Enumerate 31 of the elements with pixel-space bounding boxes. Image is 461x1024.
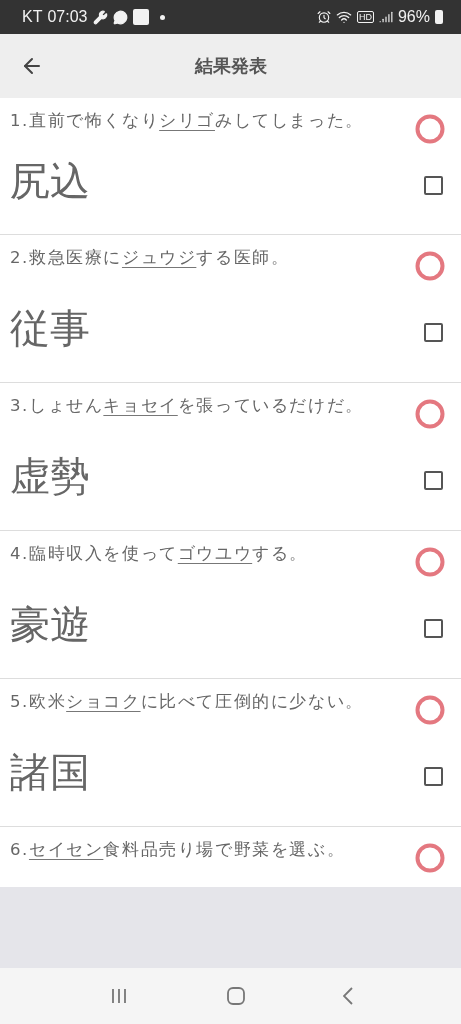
checkbox[interactable]: [423, 176, 443, 195]
carrier-label: KT: [22, 8, 43, 26]
screen-title: 結果発表: [193, 54, 268, 78]
answer-text: 諸国: [9, 748, 91, 797]
answer-text: 尻込: [9, 157, 91, 206]
app-icon: [132, 9, 149, 25]
checkbox[interactable]: [423, 323, 443, 342]
home-button[interactable]: [225, 986, 246, 1006]
checkbox[interactable]: [423, 471, 443, 490]
answer-text: 虚勢: [9, 452, 91, 501]
question-sentence: 1.直前で怖くなり シリゴみしてしまった。: [9, 110, 365, 132]
signal-icon: [378, 10, 393, 24]
clock-time: 07:03: [47, 8, 88, 26]
wrench-icon: [92, 9, 108, 25]
question-sentence: 2.救急医療に ジュウジする医師。: [9, 247, 291, 269]
answer-text: 従事: [9, 304, 91, 353]
back-nav-button[interactable]: [342, 987, 353, 1005]
wifi-icon: [335, 9, 352, 25]
battery-percent: 96%: [397, 8, 430, 26]
hd-label: HD: [356, 11, 374, 23]
question-sentence: 5.欧米 ショコク に比べて圧倒的に少ない。: [9, 691, 365, 713]
checkbox[interactable]: [423, 619, 443, 638]
question-sentence: 6.セイセン食料品売り場で野菜を選ぶ。: [9, 839, 347, 861]
answer-text: 豪遊: [9, 600, 91, 649]
battery-icon: [435, 10, 443, 24]
chat-bubble-icon: [112, 9, 128, 25]
alarm-icon: [316, 10, 331, 24]
question-sentence: 4.臨時収入を使って ゴウユウする。: [9, 543, 309, 565]
question-sentence: 3.しょせんキョセイ を張っているだけだ。: [9, 395, 365, 417]
checkbox[interactable]: [423, 767, 443, 786]
dot-icon: [159, 14, 165, 20]
